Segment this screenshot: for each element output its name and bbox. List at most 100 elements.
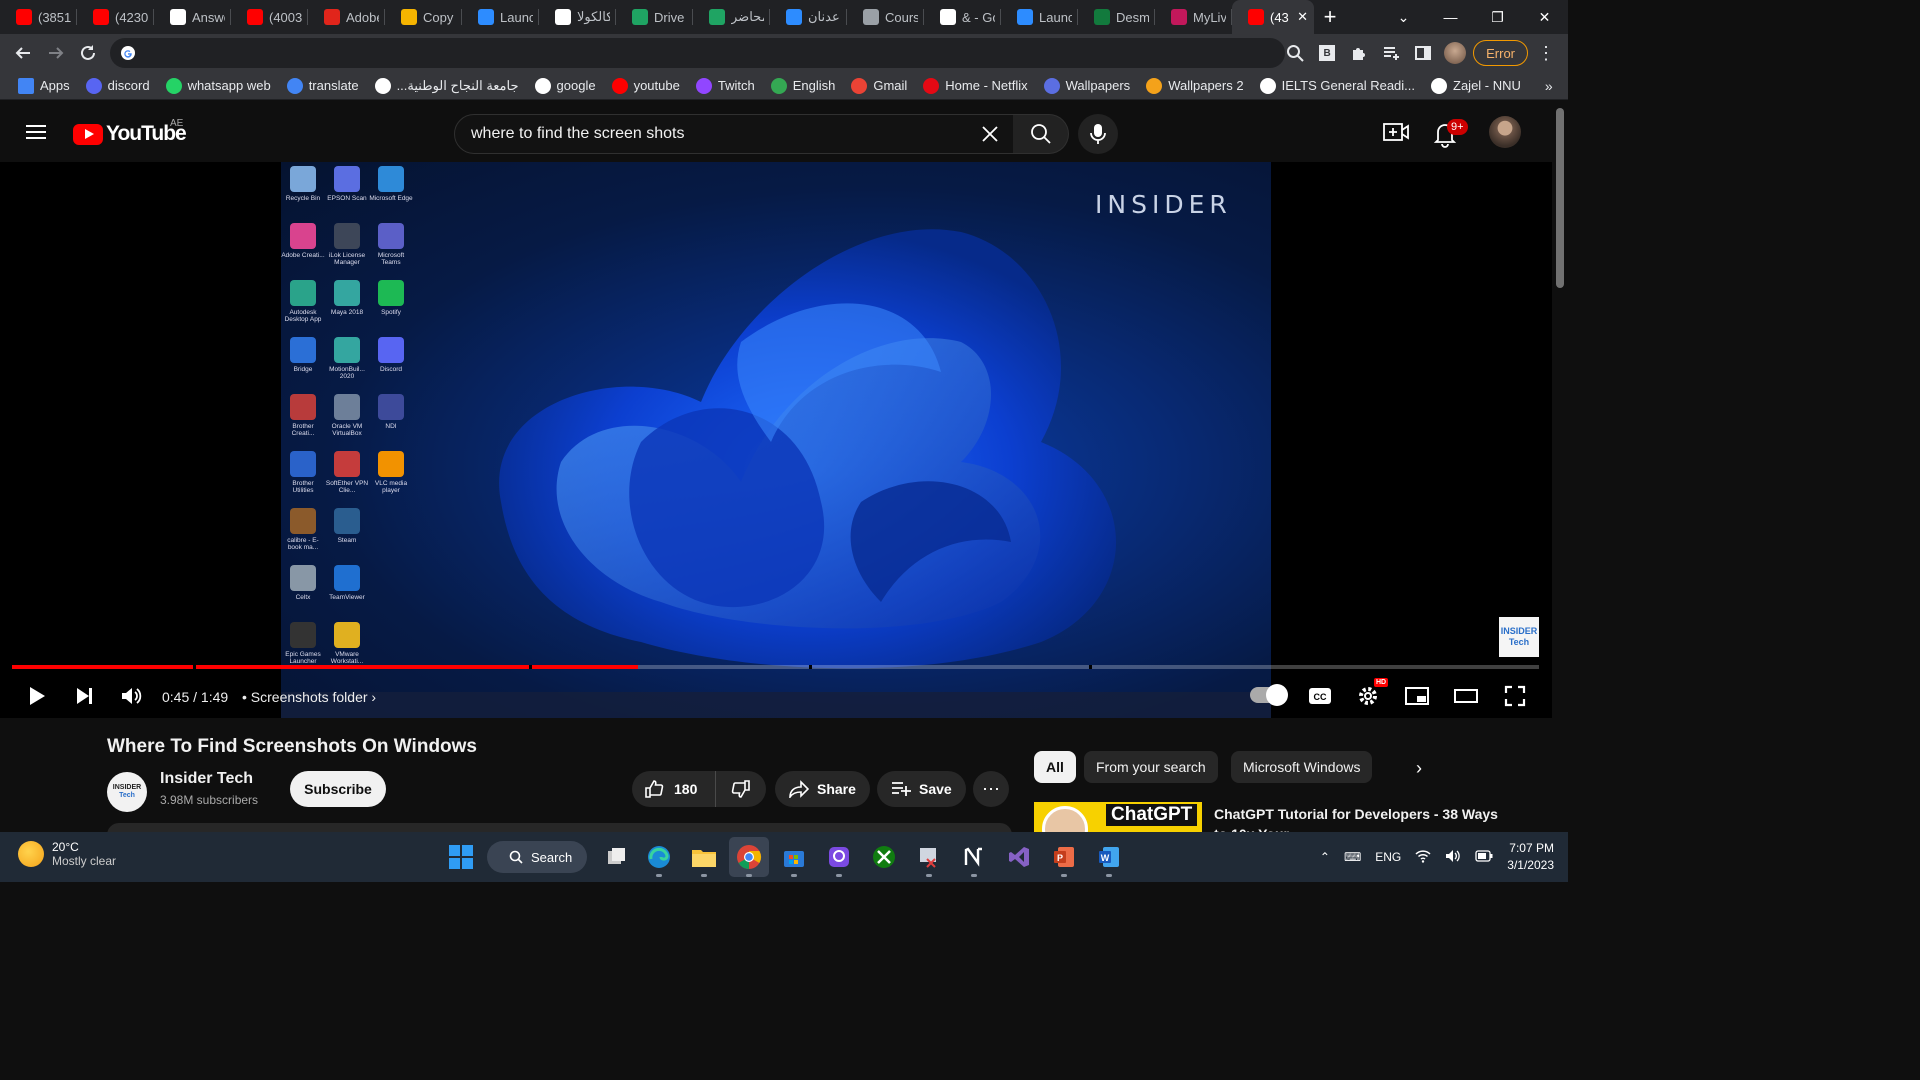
bookmark-item[interactable]: Apps: [10, 73, 78, 99]
youtube-logo[interactable]: YouTube: [73, 122, 187, 146]
restore-icon[interactable]: ❐: [1474, 0, 1521, 34]
language-indicator[interactable]: ENG: [1375, 850, 1401, 864]
tab[interactable]: MyLive: [1155, 0, 1232, 34]
tab[interactable]: & - Go: [924, 0, 1001, 34]
channel-avatar[interactable]: INSIDER Tech: [107, 772, 147, 812]
page-scrollbar[interactable]: [1552, 100, 1568, 832]
filter-chip[interactable]: All: [1034, 751, 1076, 783]
file-explorer-icon[interactable]: [690, 843, 718, 877]
autoplay-toggle[interactable]: [1250, 684, 1288, 706]
task-view-icon[interactable]: [602, 843, 630, 871]
play-button[interactable]: [22, 682, 50, 710]
wifi-icon[interactable]: [1415, 849, 1431, 866]
bookmark-item[interactable]: Zajel - NNU: [1423, 73, 1529, 99]
share-button[interactable]: Share: [775, 771, 870, 807]
tab[interactable]: (4003): [231, 0, 308, 34]
bookmark-item[interactable]: Wallpapers: [1036, 73, 1139, 99]
filter-chip[interactable]: Microsoft Windows: [1231, 751, 1373, 783]
close-tab-icon[interactable]: ✕: [1297, 9, 1308, 25]
search-button[interactable]: [1013, 114, 1069, 154]
voice-search-button[interactable]: [1078, 114, 1118, 154]
tab[interactable]: كالكولا: [539, 0, 616, 34]
bookmark-item[interactable]: IELTS General Readi...: [1252, 73, 1423, 99]
xbox-icon[interactable]: [870, 843, 898, 871]
fullscreen-button[interactable]: [1501, 682, 1529, 710]
bookmark-item[interactable]: translate: [279, 73, 367, 99]
bookmark-item[interactable]: Gmail: [843, 73, 915, 99]
bookmark-item[interactable]: discord: [78, 73, 158, 99]
tab[interactable]: عدنان: [770, 0, 847, 34]
windows-start-icon[interactable]: [449, 845, 473, 869]
save-button[interactable]: Save: [877, 771, 966, 807]
like-button[interactable]: 180: [632, 771, 716, 807]
tab[interactable]: Drive: [616, 0, 693, 34]
chevron-right-icon[interactable]: ›: [1405, 754, 1433, 782]
side-panel-icon[interactable]: [1409, 39, 1437, 67]
scrollbar-thumb[interactable]: [1556, 108, 1564, 288]
tab[interactable]: Desmo: [1078, 0, 1155, 34]
profile-button[interactable]: [1441, 39, 1469, 67]
captions-button[interactable]: CC: [1306, 682, 1334, 710]
tab[interactable]: Launc: [1001, 0, 1078, 34]
channel-name[interactable]: Insider Tech: [160, 770, 253, 788]
account-avatar[interactable]: [1489, 116, 1521, 148]
error-button[interactable]: Error: [1473, 40, 1528, 66]
minimize-icon[interactable]: —: [1427, 0, 1474, 34]
tab[interactable]: Copy c: [385, 0, 462, 34]
keyboard-icon[interactable]: ⌨: [1344, 850, 1361, 864]
tab[interactable]: محاضر: [693, 0, 770, 34]
hamburger-menu-icon[interactable]: [24, 120, 48, 144]
volume-button[interactable]: [118, 682, 146, 710]
reload-button[interactable]: [71, 38, 104, 68]
tab[interactable]: (4230): [77, 0, 154, 34]
weather-widget[interactable]: 20°C Mostly clear: [18, 840, 116, 868]
bookmark-item[interactable]: ...جامعة النجاح الوطنية: [367, 73, 527, 99]
taskbar-search[interactable]: Search: [487, 841, 587, 873]
chevron-up-icon[interactable]: ⌃: [1320, 850, 1330, 864]
clock[interactable]: 7:07 PM 3/1/2023: [1507, 840, 1554, 874]
tab[interactable]: Adobe: [308, 0, 385, 34]
app-purple-icon[interactable]: [825, 843, 853, 877]
snipping-tool-icon[interactable]: [915, 843, 943, 877]
miniplayer-button[interactable]: [1403, 682, 1431, 710]
tab[interactable]: Launc: [462, 0, 539, 34]
extension-b-icon[interactable]: B: [1313, 39, 1341, 67]
tab-active[interactable]: (43 ✕: [1232, 0, 1314, 34]
close-window-icon[interactable]: ✕: [1521, 0, 1568, 34]
microsoft-store-icon[interactable]: [780, 843, 808, 877]
battery-icon[interactable]: [1475, 849, 1493, 865]
puzzle-icon[interactable]: [1345, 39, 1373, 67]
tab[interactable]: (3851): [0, 0, 77, 34]
subscribe-button[interactable]: Subscribe: [290, 771, 386, 807]
chapter-link[interactable]: • Screenshots folder ›: [242, 689, 376, 705]
recommendation-title[interactable]: ChatGPT Tutorial for Developers - 38 Way…: [1214, 804, 1514, 832]
edge-icon[interactable]: [645, 843, 673, 877]
search-input[interactable]: where to find the screen shots: [454, 114, 1014, 154]
bookmark-item[interactable]: Wallpapers 2: [1138, 73, 1251, 99]
speaker-icon[interactable]: [1445, 849, 1461, 866]
bookmark-item[interactable]: Twitch: [688, 73, 763, 99]
new-tab-button[interactable]: +: [1314, 0, 1346, 34]
forward-button[interactable]: [39, 38, 72, 68]
menu-dots-icon[interactable]: ⋮: [1532, 39, 1560, 67]
tab[interactable]: Cours: [847, 0, 924, 34]
tab[interactable]: Answe: [154, 0, 231, 34]
channel-watermark-badge[interactable]: INSIDER Tech: [1499, 617, 1539, 657]
tab-search-icon[interactable]: ⌄: [1380, 0, 1427, 34]
more-actions-button[interactable]: ⋯: [973, 771, 1009, 807]
create-video-icon[interactable]: [1382, 120, 1410, 144]
bookmark-item[interactable]: whatsapp web: [158, 73, 279, 99]
back-button[interactable]: [6, 38, 39, 68]
word-icon[interactable]: W: [1095, 843, 1123, 877]
bookmark-item[interactable]: google: [527, 73, 604, 99]
clear-search-icon[interactable]: [981, 123, 999, 149]
reading-list-icon[interactable]: [1377, 39, 1405, 67]
theater-mode-button[interactable]: [1452, 682, 1480, 710]
dislike-button[interactable]: [716, 779, 766, 799]
next-button[interactable]: [70, 682, 98, 710]
bookmark-item[interactable]: Home - Netflix: [915, 73, 1035, 99]
progress-bar[interactable]: [12, 665, 1539, 669]
chrome-icon[interactable]: [735, 843, 763, 877]
powerpoint-icon[interactable]: P: [1050, 843, 1078, 877]
bookmark-item[interactable]: English: [763, 73, 844, 99]
